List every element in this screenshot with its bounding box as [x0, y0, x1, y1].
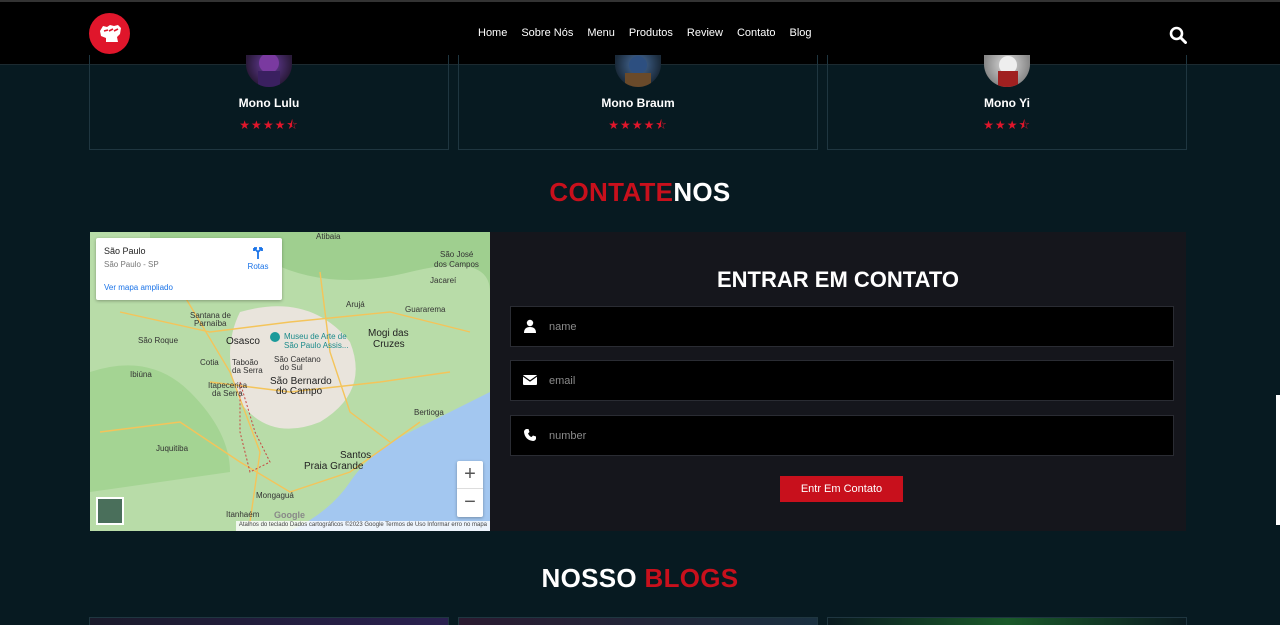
map-label: do Sul: [280, 363, 303, 372]
review-name: Mono Lulu: [238, 96, 300, 110]
contact-title-red: CONTATE: [549, 177, 674, 207]
map-label: Museu de Arte de: [284, 332, 347, 341]
map-satellite-toggle[interactable]: [96, 497, 124, 525]
submit-contact-button[interactable]: Entr Em Contato: [780, 476, 903, 502]
nav-blog[interactable]: Blog: [790, 27, 812, 39]
map-label: Ibiúna: [130, 370, 152, 379]
map-attribution[interactable]: Atalhos do teclado Dados cartográficos ©…: [235, 521, 490, 531]
contact-section-title: CONTATENOS: [0, 177, 1280, 208]
map-label: dos Campos: [434, 260, 479, 269]
phone-icon: [523, 428, 539, 444]
map-label: Praia Grande: [304, 461, 364, 472]
blog-card[interactable]: [458, 617, 818, 625]
routes-button[interactable]: Rotas: [244, 246, 272, 271]
map-label: Mongaguá: [256, 491, 294, 500]
map-enlarged-link[interactable]: Ver mapa ampliado: [104, 283, 173, 292]
map-zoom-control: + −: [457, 461, 483, 517]
nav-sobre-nos[interactable]: Sobre Nós: [521, 27, 573, 39]
review-card: Mono Braum ★★★★⯪: [458, 55, 818, 150]
rating-stars: ★★★⯪: [983, 118, 1031, 132]
map-label: Mogi das: [368, 328, 409, 339]
map-place-card: São Paulo São Paulo - SP Ver mapa amplia…: [96, 238, 282, 300]
map-label: Juquitiba: [156, 444, 189, 453]
map-label: da Serra: [212, 389, 243, 398]
review-name: Mono Yi: [984, 96, 1030, 110]
map-label: Cotia: [200, 358, 219, 367]
map-place-sub: São Paulo - SP: [104, 260, 159, 269]
search-icon[interactable]: [1169, 26, 1187, 44]
side-scroll-handle[interactable]: [1276, 395, 1280, 525]
name-field: [510, 306, 1174, 347]
map-label: da Serra: [232, 366, 263, 375]
main-nav: Home Sobre Nós Menu Produtos Review Cont…: [478, 27, 826, 39]
routes-label: Rotas: [247, 262, 269, 271]
map-label: Parnaíba: [194, 319, 227, 328]
number-input[interactable]: [549, 416, 1149, 455]
rating-stars: ★★★★⯪: [239, 118, 299, 132]
number-field: [510, 415, 1174, 456]
map-label: Itanhaém: [226, 510, 260, 519]
envelope-icon: [522, 373, 539, 389]
user-icon: [523, 319, 539, 335]
map-place-name: São Paulo: [104, 246, 146, 256]
map-label: Osasco: [226, 336, 260, 347]
review-card: Mono Yi ★★★⯪: [827, 55, 1187, 150]
museum-pin-icon[interactable]: [270, 332, 280, 342]
map-label: Bertioga: [414, 408, 444, 417]
blogs-title-red: BLOGS: [644, 563, 739, 593]
map-label: São Roque: [138, 336, 179, 345]
contact-form: ENTRAR EM CONTATO Entr Em Contato: [490, 232, 1186, 531]
nav-home[interactable]: Home: [478, 27, 507, 39]
nav-review[interactable]: Review: [687, 27, 723, 39]
map-label: Cruzes: [373, 339, 405, 350]
zoom-in-button[interactable]: +: [457, 461, 483, 489]
nav-menu[interactable]: Menu: [587, 27, 615, 39]
avatar: [984, 55, 1030, 87]
blogs-section-title: NOSSO BLOGS: [0, 563, 1280, 594]
directions-icon: [253, 247, 263, 259]
map-label: São Paulo Assis...: [284, 341, 349, 350]
map-label: São José: [440, 250, 474, 259]
fist-logo-svg: [99, 24, 121, 42]
nav-contato[interactable]: Contato: [737, 27, 776, 39]
map-label: Santos: [340, 450, 372, 461]
map-label: Atibaia: [316, 232, 341, 241]
fist-logo-icon[interactable]: [89, 13, 130, 54]
form-title: ENTRAR EM CONTATO: [717, 267, 959, 292]
avatar: [615, 55, 661, 87]
avatar: [246, 55, 292, 87]
rating-stars: ★★★★⯪: [608, 118, 668, 132]
blogs-title-white: NOSSO: [541, 563, 637, 593]
blog-card[interactable]: [89, 617, 449, 625]
name-input[interactable]: [549, 307, 1149, 346]
map-label: Guararema: [405, 305, 446, 314]
contact-title-white: NOS: [673, 177, 731, 207]
blog-card[interactable]: [827, 617, 1187, 625]
map-label: do Campo: [276, 386, 323, 397]
map-label: Jacareí: [430, 276, 457, 285]
google-logo: Google: [274, 510, 305, 520]
email-input[interactable]: [549, 361, 1149, 400]
map-label: Arujá: [346, 300, 365, 309]
google-map[interactable]: São José dos Campos Jacareí Atibaia Guar…: [90, 232, 490, 531]
review-card: Mono Lulu ★★★★⯪: [89, 55, 449, 150]
zoom-out-button[interactable]: −: [457, 489, 483, 517]
review-name: Mono Braum: [601, 96, 675, 110]
email-field: [510, 360, 1174, 401]
nav-produtos[interactable]: Produtos: [629, 27, 673, 39]
